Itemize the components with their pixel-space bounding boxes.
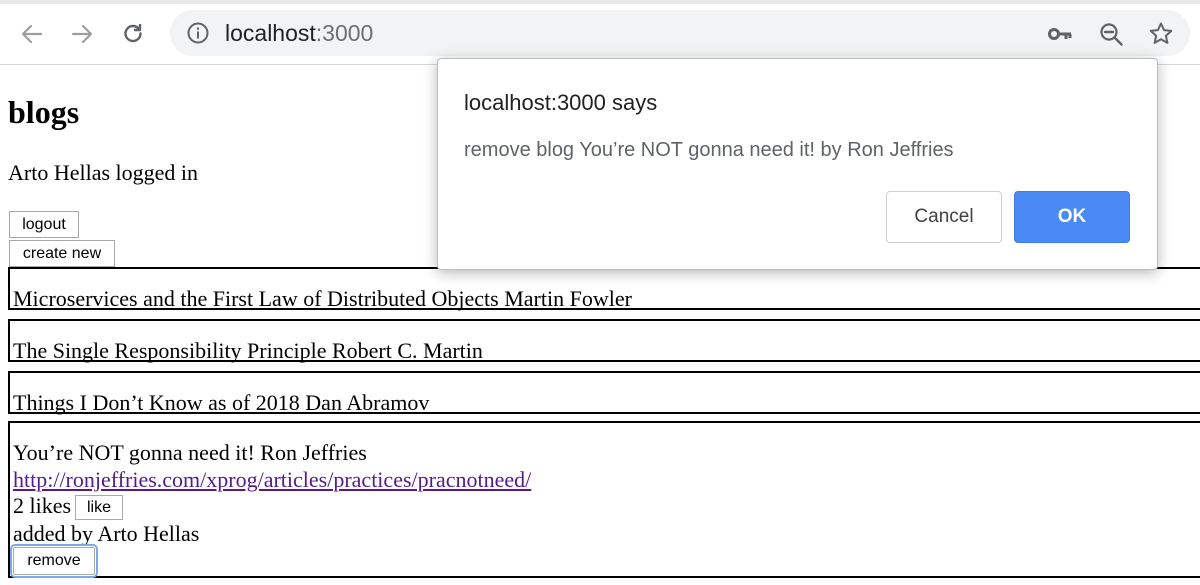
key-icon[interactable] xyxy=(1047,21,1073,47)
blog-item[interactable]: The Single Responsibility Principle Robe… xyxy=(8,319,1200,364)
address-bar[interactable]: localhost:3000 xyxy=(170,10,1190,56)
browser-toolbar: localhost:3000 xyxy=(0,0,1200,65)
back-arrow-icon[interactable] xyxy=(16,18,48,50)
page-title: blogs xyxy=(8,94,80,130)
blog-likes: 2 likes xyxy=(13,493,72,518)
url-host: localhost xyxy=(225,20,316,46)
blog-url-link[interactable]: http://ronjeffries.com/xprog/articles/pr… xyxy=(13,467,531,493)
blog-item[interactable]: Things I Don’t Know as of 2018 Dan Abram… xyxy=(8,371,1200,416)
reload-icon[interactable] xyxy=(117,18,149,50)
forward-arrow-icon[interactable] xyxy=(66,18,98,50)
cancel-button[interactable]: Cancel xyxy=(886,191,1002,243)
dialog-message: remove blog You’re NOT gonna need it! by… xyxy=(464,139,954,161)
dialog-title: localhost:3000 says xyxy=(464,90,658,115)
blog-item[interactable]: Microservices and the First Law of Distr… xyxy=(8,267,1200,312)
blog-summary[interactable]: You’re NOT gonna need it! Ron Jeffries xyxy=(13,440,367,466)
zoom-icon[interactable] xyxy=(1098,21,1124,47)
login-status: Arto Hellas logged in xyxy=(8,160,199,185)
blog-summary[interactable]: Microservices and the First Law of Distr… xyxy=(13,286,632,312)
confirm-dialog: localhost:3000 says remove blog You’re N… xyxy=(437,58,1158,270)
blog-summary[interactable]: The Single Responsibility Principle Robe… xyxy=(13,338,483,364)
url-text[interactable]: localhost:3000 xyxy=(225,20,373,46)
remove-button[interactable]: remove xyxy=(10,544,98,578)
create-new-button[interactable]: create new xyxy=(9,240,115,267)
like-button[interactable]: like xyxy=(75,495,123,520)
url-port: :3000 xyxy=(315,20,374,46)
blog-added-by: added by Arto Hellas xyxy=(13,521,200,546)
blog-summary[interactable]: Things I Don’t Know as of 2018 Dan Abram… xyxy=(13,390,429,416)
blog-item-expanded: You’re NOT gonna need it! Ron Jeffries h… xyxy=(8,421,1200,578)
info-icon[interactable] xyxy=(186,21,210,45)
tab-strip xyxy=(0,0,1200,4)
logout-button[interactable]: logout xyxy=(9,211,79,238)
ok-button[interactable]: OK xyxy=(1014,191,1130,243)
star-icon[interactable] xyxy=(1148,21,1174,47)
